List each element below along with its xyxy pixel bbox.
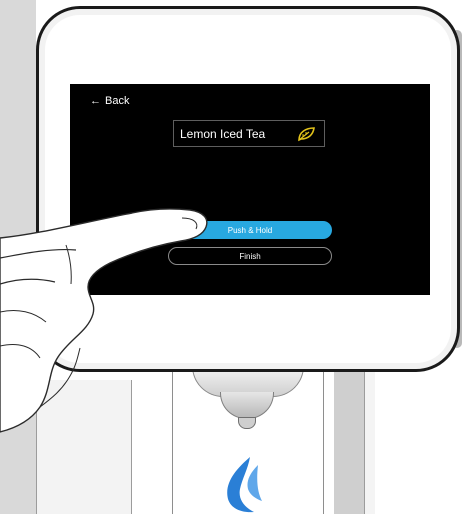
hand-pointing (0, 208, 208, 433)
finish-label: Finish (239, 251, 261, 261)
right-outer-panel (364, 370, 375, 514)
right-support-column (334, 370, 364, 514)
push-hold-label: Push & Hold (227, 225, 273, 235)
back-button[interactable]: ← Back (90, 95, 129, 107)
dispenser-scene: ← Back Lemon Iced Tea Push & Hold Finish (0, 0, 469, 514)
brand-logo (227, 457, 262, 513)
arrow-left-icon: ← (90, 94, 101, 107)
drink-name: Lemon Iced Tea (180, 126, 266, 141)
leaf-icon (298, 127, 315, 142)
back-label: Back (105, 95, 130, 107)
drink-title-box: Lemon Iced Tea (173, 120, 325, 147)
